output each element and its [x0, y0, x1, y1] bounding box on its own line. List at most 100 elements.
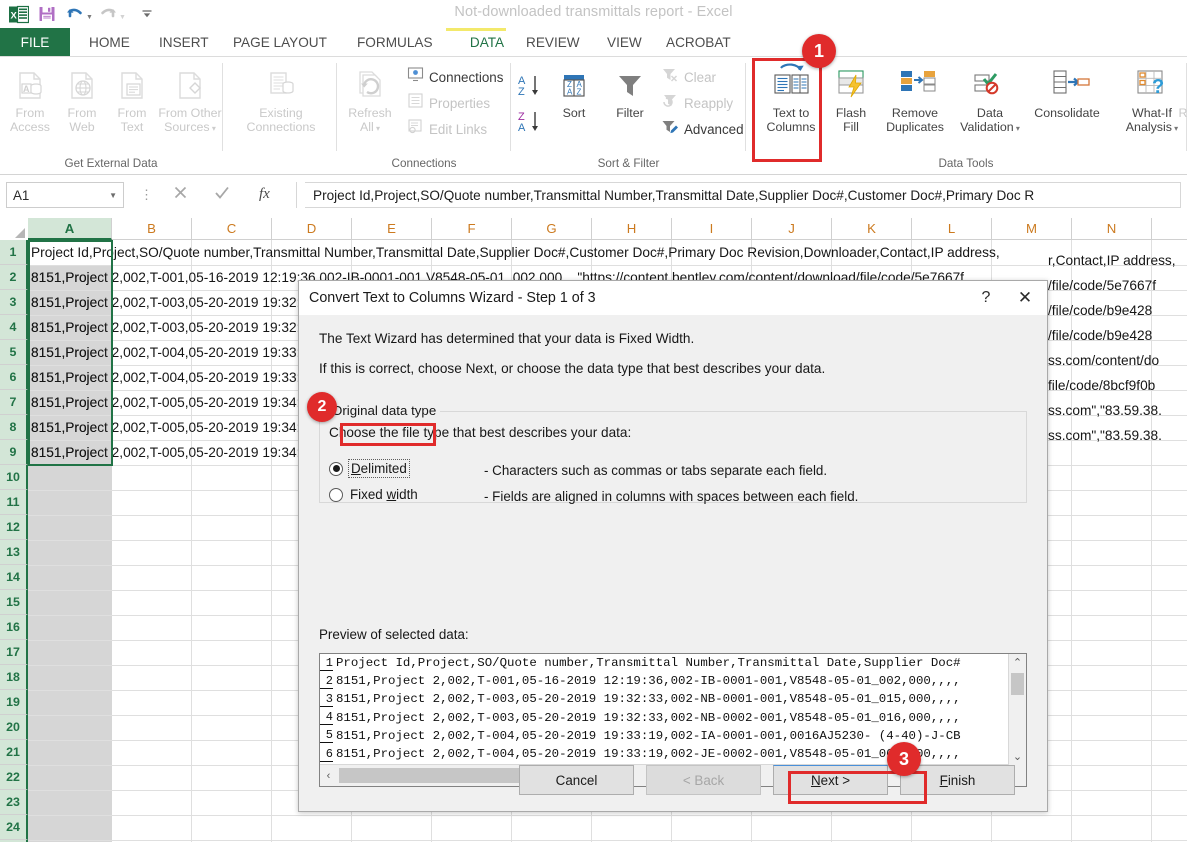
- name-box-value: A1: [13, 187, 30, 203]
- fixed-width-radio-icon[interactable]: [329, 487, 343, 502]
- text-to-columns-label-2: Columns: [766, 120, 816, 134]
- name-box[interactable]: A1 ▼: [6, 182, 124, 208]
- refresh-all-caret-icon[interactable]: ▾: [374, 124, 380, 133]
- next-button[interactable]: Next >: [773, 765, 888, 795]
- text-to-columns-button[interactable]: Text to Columns: [755, 61, 827, 134]
- connections-icon: [407, 66, 424, 88]
- from-other-sources-label-1: From Other: [158, 106, 222, 120]
- scroll-up-icon[interactable]: ⌃: [1009, 654, 1026, 671]
- row-header-5[interactable]: 5: [0, 340, 28, 365]
- data-validation-button[interactable]: Data Validation ▾: [954, 61, 1026, 136]
- data-validation-icon: [967, 61, 1013, 103]
- column-header-f[interactable]: F: [432, 218, 512, 240]
- row-header-17[interactable]: 17: [0, 640, 28, 665]
- row-header-12[interactable]: 12: [0, 515, 28, 540]
- cancel-button[interactable]: Cancel: [519, 765, 634, 795]
- tab-view[interactable]: VIEW: [596, 28, 653, 57]
- row-header-23[interactable]: 23: [0, 790, 28, 815]
- tab-insert[interactable]: INSERT: [148, 28, 220, 57]
- delimited-radio[interactable]: Delimited: [329, 459, 410, 478]
- help-button[interactable]: ?: [969, 281, 1003, 315]
- column-header-e[interactable]: E: [352, 218, 432, 240]
- column-header-b[interactable]: B: [112, 218, 192, 240]
- sort-descending-button[interactable]: Z A: [517, 109, 545, 140]
- fixed-width-radio[interactable]: Fixed width: [329, 487, 418, 502]
- scroll-down-icon[interactable]: ⌄: [1009, 748, 1026, 765]
- column-header-g[interactable]: G: [512, 218, 592, 240]
- consolidate-button[interactable]: Consolidate: [1021, 61, 1113, 120]
- enter-formula-icon[interactable]: [213, 184, 231, 206]
- row-header-15[interactable]: 15: [0, 590, 28, 615]
- from-other-sources-caret-icon[interactable]: ▾: [210, 124, 216, 133]
- formula-bar-expand-handle[interactable]: ⋮: [140, 188, 153, 202]
- table-row[interactable]: [28, 815, 1187, 841]
- row-header-4[interactable]: 4: [0, 315, 28, 340]
- row-header-2[interactable]: 2: [0, 265, 28, 290]
- vertical-scroll-thumb[interactable]: [1011, 673, 1024, 695]
- row-header-11[interactable]: 11: [0, 490, 28, 515]
- existing-connections-button[interactable]: Existing Connections: [228, 61, 334, 134]
- cancel-formula-icon[interactable]: [172, 184, 189, 206]
- from-other-sources-button[interactable]: From Other Sources ▾: [148, 61, 232, 136]
- tab-home[interactable]: HOME: [78, 28, 141, 57]
- row-header-9[interactable]: 9: [0, 440, 28, 465]
- row-header-7[interactable]: 7: [0, 390, 28, 415]
- refresh-all-button[interactable]: Refresh All ▾: [339, 61, 401, 136]
- formula-input[interactable]: Project Id,Project,SO/Quote number,Trans…: [305, 182, 1181, 208]
- row-header-19[interactable]: 19: [0, 690, 28, 715]
- sort-button[interactable]: Z A A Z Sort: [546, 61, 602, 120]
- column-header-k[interactable]: K: [832, 218, 912, 240]
- row-header-10[interactable]: 10: [0, 465, 28, 490]
- sort-ascending-button[interactable]: A Z: [517, 73, 545, 104]
- insert-function-icon[interactable]: fx: [256, 183, 278, 207]
- close-icon[interactable]: ✕: [1003, 281, 1047, 315]
- tab-review[interactable]: REVIEW: [515, 28, 591, 57]
- row-header-24[interactable]: 24: [0, 815, 28, 840]
- name-box-dropdown-caret-icon[interactable]: ▼: [109, 191, 117, 200]
- flash-fill-button[interactable]: Flash Fill: [826, 61, 876, 134]
- row-header-20[interactable]: 20: [0, 715, 28, 740]
- preview-vertical-scrollbar[interactable]: ⌃ ⌄: [1008, 654, 1026, 765]
- column-header-c[interactable]: C: [192, 218, 272, 240]
- preview-line: 2 8151,Project 2,002,T-001,05-16-2019 12:…: [320, 672, 1009, 690]
- select-all-corner[interactable]: [0, 218, 29, 241]
- tab-file[interactable]: FILE: [0, 28, 70, 57]
- preview-line-text: 8151,Project 2,002,T-003,05-20-2019 19:3…: [336, 692, 961, 707]
- column-header-d[interactable]: D: [272, 218, 352, 240]
- text-to-columns-icon: [767, 61, 815, 103]
- row-header-13[interactable]: 13: [0, 540, 28, 565]
- tab-formulas[interactable]: FORMULAS: [346, 28, 444, 57]
- delimited-radio-icon[interactable]: [329, 461, 343, 476]
- data-validation-caret-icon[interactable]: ▾: [1014, 124, 1020, 133]
- row-header-16[interactable]: 16: [0, 615, 28, 640]
- row-header-21[interactable]: 21: [0, 740, 28, 765]
- tab-page-layout[interactable]: PAGE LAYOUT: [222, 28, 338, 57]
- tab-acrobat[interactable]: ACROBAT: [655, 28, 742, 57]
- properties-label: Properties: [429, 95, 491, 111]
- connections-button[interactable]: Connections: [407, 65, 503, 89]
- advanced-filter-button[interactable]: Advanced: [661, 117, 744, 141]
- existing-connections-label-2: Connections: [246, 120, 316, 134]
- cell-a9-visible: 8151,Proje: [31, 445, 98, 460]
- row-header-8[interactable]: 8: [0, 415, 28, 440]
- from-access-button[interactable]: A From Access: [2, 61, 58, 134]
- row-header-22[interactable]: 22: [0, 765, 28, 790]
- column-header-l[interactable]: L: [912, 218, 992, 240]
- filter-button[interactable]: Filter: [603, 61, 657, 120]
- row-header-1[interactable]: 1: [0, 240, 28, 265]
- annotation-badge-3: 3: [887, 742, 921, 776]
- column-header-a[interactable]: A: [28, 218, 112, 240]
- what-if-analysis-caret-icon[interactable]: ▾: [1172, 124, 1178, 133]
- row-header-18[interactable]: 18: [0, 665, 28, 690]
- column-header-i[interactable]: I: [672, 218, 752, 240]
- remove-duplicates-button[interactable]: Remove Duplicates: [873, 61, 957, 134]
- row-header-3[interactable]: 3: [0, 290, 28, 315]
- cell-a7-visible: 8151,Proje: [31, 395, 98, 410]
- from-web-button[interactable]: From Web: [54, 61, 110, 134]
- column-header-j[interactable]: J: [752, 218, 832, 240]
- column-header-h[interactable]: H: [592, 218, 672, 240]
- table-row[interactable]: Project Id,Project,SO/Quote number,Trans…: [28, 240, 1187, 266]
- row-header-6[interactable]: 6: [0, 365, 28, 390]
- row-header-14[interactable]: 14: [0, 565, 28, 590]
- relationships-button[interactable]: R: [1168, 61, 1187, 120]
